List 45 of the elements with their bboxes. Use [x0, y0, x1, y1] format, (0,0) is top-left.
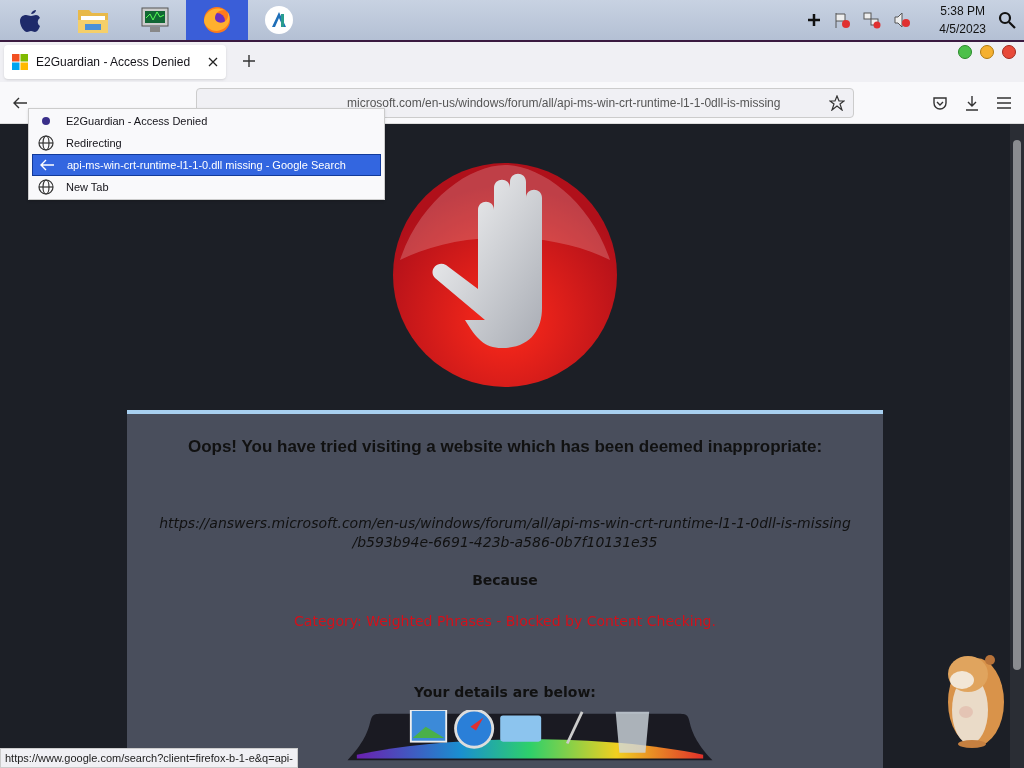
- address-text: microsoft.com/en-us/windows/forum/all/api-ms-win-crt-runtime-l1-1-0dll-is-missing: [347, 94, 782, 112]
- pocket-icon[interactable]: [932, 94, 948, 111]
- history-menu-label: Redirecting: [66, 135, 122, 151]
- clock-time: 5:38 PM: [940, 3, 985, 20]
- globe-icon: [38, 179, 54, 195]
- dot-icon: [41, 116, 51, 126]
- history-menu-item[interactable]: New Tab: [32, 176, 381, 198]
- history-menu-item[interactable]: api-ms-win-crt-runtime-l1-1-0.dll missing - Google Search: [32, 154, 381, 176]
- history-menu-item[interactable]: Redirecting: [32, 132, 381, 154]
- history-menu-label: New Tab: [66, 179, 109, 195]
- blocked-url: https://answers.microsoft.com/en-us/windows/forum/all/api-ms-win-crt-runtime-l1-1-0dll-is-missing: [159, 513, 851, 533]
- globe-icon: [38, 135, 54, 151]
- download-icon[interactable]: [964, 94, 980, 111]
- speaker-muted-icon[interactable]: [893, 11, 912, 29]
- browser-tab[interactable]: E2Guardian - Access Denied: [4, 45, 226, 79]
- address-bar[interactable]: microsoft.com/en-us/windows/forum/all/api-ms-win-crt-runtime-l1-1-0dll-is-missing: [196, 87, 854, 118]
- details-heading: Your details are below:: [414, 682, 596, 702]
- close-button[interactable]: [1002, 45, 1016, 59]
- windows-logo-icon: [12, 54, 28, 70]
- tab-title: E2Guardian - Access Denied: [36, 54, 192, 71]
- minimize-button[interactable]: [980, 45, 994, 59]
- stop-hand-icon: [390, 160, 620, 390]
- taskbar-app[interactable]: [186, 0, 248, 40]
- menu-icon[interactable]: [996, 95, 1012, 110]
- because-label: Because: [472, 570, 538, 590]
- monitor-icon[interactable]: [140, 6, 170, 34]
- search-icon[interactable]: [998, 11, 1016, 29]
- new-tab-icon[interactable]: [242, 54, 256, 68]
- block-reason: Category: Weighted Phrases - Blocked by Content Checking.: [294, 611, 716, 631]
- back-arrow-icon: [39, 158, 55, 172]
- heading: Oops! You have tried visiting a website which has been deemed inappropriate:: [187, 436, 823, 458]
- history-menu-label: api-ms-win-crt-runtime-l1-1-0.dll missing - Google Search: [67, 157, 346, 173]
- scrollbar[interactable]: [1010, 124, 1024, 768]
- network-error-icon[interactable]: [863, 11, 882, 29]
- apple-icon[interactable]: [20, 8, 42, 32]
- close-icon[interactable]: [208, 57, 218, 67]
- star-icon[interactable]: [829, 94, 845, 111]
- app-icon[interactable]: [264, 5, 294, 35]
- clock-date: 4/5/2023: [939, 21, 986, 38]
- plus-icon[interactable]: [807, 13, 822, 27]
- blocked-url: /b593b94e-6691-423b-a586-0b7f10131e35: [352, 532, 658, 552]
- firefox-icon[interactable]: [202, 5, 232, 35]
- back-icon[interactable]: [12, 95, 28, 110]
- flag-error-icon[interactable]: [833, 11, 852, 29]
- maximize-button[interactable]: [958, 45, 972, 59]
